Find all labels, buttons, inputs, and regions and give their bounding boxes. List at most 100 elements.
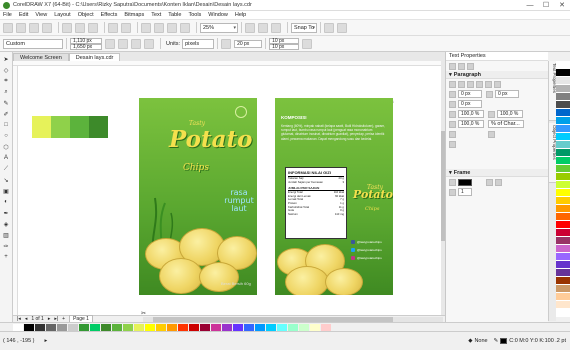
palette-color-swatch[interactable] xyxy=(556,277,570,285)
palette-color-swatch[interactable] xyxy=(556,229,570,237)
menu-bitmaps[interactable]: Bitmaps xyxy=(124,12,144,18)
align-left-icon[interactable] xyxy=(458,80,465,88)
snap-to-select[interactable]: Snap To ▾ xyxy=(291,22,317,33)
outline-pen-icon[interactable]: ✑ xyxy=(2,242,10,250)
palette-color-swatch[interactable] xyxy=(200,323,210,331)
treat-as-filled-icon[interactable] xyxy=(302,38,313,49)
show-grid-icon[interactable] xyxy=(271,22,281,33)
palette-color-swatch[interactable] xyxy=(556,261,570,269)
menu-window[interactable]: Window xyxy=(208,12,228,18)
palette-color-swatch[interactable] xyxy=(556,173,570,181)
print-icon[interactable] xyxy=(42,22,52,33)
page-preset-select[interactable]: Custom xyxy=(3,38,63,49)
application-launcher-icon[interactable] xyxy=(337,22,347,33)
horizontal-ruler[interactable] xyxy=(13,61,445,66)
palette-color-swatch[interactable] xyxy=(211,323,221,331)
menu-file[interactable]: File xyxy=(3,12,12,18)
paragraph-section-header[interactable]: ▾ Paragraph xyxy=(446,71,548,79)
maximize-button[interactable]: ☐ xyxy=(538,0,554,11)
palette-color-swatch[interactable] xyxy=(255,323,265,331)
palette-color-swatch[interactable] xyxy=(556,125,570,133)
frame-section-header[interactable]: ▾ Frame xyxy=(446,169,548,177)
duplicate-y-field[interactable]: 10 px xyxy=(269,43,300,50)
menu-tools[interactable]: Tools xyxy=(188,12,201,18)
align-center-icon[interactable] xyxy=(467,80,474,88)
palette-color-swatch[interactable] xyxy=(288,323,298,331)
swatch-medium-green[interactable] xyxy=(70,116,89,138)
palette-color-swatch[interactable] xyxy=(57,323,67,331)
smart-fill-tool-icon[interactable]: ▥ xyxy=(2,231,10,239)
spacing-units-select[interactable]: % of Char... xyxy=(488,120,524,128)
palette-color-swatch[interactable] xyxy=(556,293,570,301)
menu-text[interactable]: Text xyxy=(151,12,161,18)
rectangle-tool-icon[interactable]: □ xyxy=(2,121,10,129)
transparency-tool-icon[interactable]: ◐ xyxy=(2,198,10,206)
text-tool-icon[interactable]: A xyxy=(2,154,10,162)
interactive-fill-tool-icon[interactable]: ◈ xyxy=(2,220,10,228)
package-front-panel[interactable]: Tasty Potato Chips rasa rumput laut Bera… xyxy=(139,98,257,295)
drawing-canvas[interactable]: ✂ ✂ ✂ ✂ Tasty Potato Chips rasa rumput l… xyxy=(13,61,445,315)
palette-color-swatch[interactable] xyxy=(299,323,309,331)
palette-color-swatch[interactable] xyxy=(556,117,570,125)
palette-color-swatch[interactable] xyxy=(556,141,570,149)
nudge-distance-field[interactable]: 20 px xyxy=(234,39,263,48)
minimize-button[interactable]: — xyxy=(522,0,538,11)
palette-color-swatch[interactable] xyxy=(556,69,570,77)
palette-color-swatch[interactable] xyxy=(556,85,570,93)
palette-color-swatch[interactable] xyxy=(556,221,570,229)
align-right-icon[interactable] xyxy=(476,80,483,88)
palette-color-swatch[interactable] xyxy=(35,323,45,331)
palette-color-swatch[interactable] xyxy=(90,323,100,331)
copy-icon[interactable] xyxy=(75,22,85,33)
zoom-level-select[interactable]: 25% ▾ xyxy=(200,22,238,33)
outline-color-swatch[interactable] xyxy=(500,338,508,344)
palette-color-swatch[interactable] xyxy=(178,323,188,331)
palette-color-swatch[interactable] xyxy=(556,189,570,197)
palette-color-swatch[interactable] xyxy=(156,323,166,331)
full-screen-icon[interactable] xyxy=(245,22,255,33)
palette-color-swatch[interactable] xyxy=(556,93,570,101)
swatch-light-green[interactable] xyxy=(51,116,70,138)
palette-color-swatch[interactable] xyxy=(556,77,570,85)
polygon-tool-icon[interactable]: ⬡ xyxy=(2,143,10,151)
frame-tab-icon[interactable] xyxy=(467,62,474,70)
vertical-ruler[interactable] xyxy=(13,66,18,315)
palette-color-swatch[interactable] xyxy=(556,181,570,189)
drop-shadow-tool-icon[interactable]: ▣ xyxy=(2,187,10,195)
line-spacing-field[interactable]: 100,0 % xyxy=(458,120,484,128)
palette-color-swatch[interactable] xyxy=(556,149,570,157)
all-pages-icon[interactable] xyxy=(131,38,141,49)
artistic-media-tool-icon[interactable]: ✐ xyxy=(2,110,10,118)
palette-color-swatch[interactable] xyxy=(134,323,144,331)
palette-color-swatch[interactable] xyxy=(556,197,570,205)
color-palette-vertical[interactable] xyxy=(556,61,570,321)
before-paragraph-spacing-field[interactable]: 100,0 % xyxy=(458,110,484,118)
palette-color-swatch[interactable] xyxy=(556,285,570,293)
crop-tool-icon[interactable]: ⌗ xyxy=(2,77,10,85)
connector-tool-icon[interactable]: ↘ xyxy=(2,176,10,184)
paragraph-tab-icon[interactable] xyxy=(458,62,465,70)
parallel-dimension-tool-icon[interactable]: ⟋ xyxy=(2,165,10,173)
import-icon[interactable] xyxy=(154,22,164,33)
palette-color-swatch[interactable] xyxy=(189,323,199,331)
export-icon[interactable] xyxy=(167,22,177,33)
ellipse-tool-icon[interactable]: ○ xyxy=(2,132,10,140)
publish-pdf-icon[interactable] xyxy=(180,22,190,33)
pick-tool-icon[interactable]: ➤ xyxy=(2,55,10,63)
search-content-icon[interactable] xyxy=(141,22,151,33)
menu-object[interactable]: Object xyxy=(78,12,94,18)
vertical-alignment-icon[interactable] xyxy=(486,178,493,186)
palette-color-swatch[interactable] xyxy=(556,101,570,109)
palette-color-swatch[interactable] xyxy=(233,323,243,331)
palette-color-swatch[interactable] xyxy=(222,323,232,331)
zoom-tool-icon[interactable]: ⌕ xyxy=(2,88,10,96)
text-direction-icon[interactable] xyxy=(495,178,502,186)
tab-welcome-screen[interactable]: Welcome Screen xyxy=(13,53,69,61)
palette-color-swatch[interactable] xyxy=(556,309,570,317)
palette-color-swatch[interactable] xyxy=(24,323,34,331)
palette-color-swatch[interactable] xyxy=(277,323,287,331)
palette-color-swatch[interactable] xyxy=(556,269,570,277)
force-justify-icon[interactable] xyxy=(494,80,501,88)
palette-color-swatch[interactable] xyxy=(556,301,570,309)
palette-color-swatch[interactable] xyxy=(556,165,570,173)
